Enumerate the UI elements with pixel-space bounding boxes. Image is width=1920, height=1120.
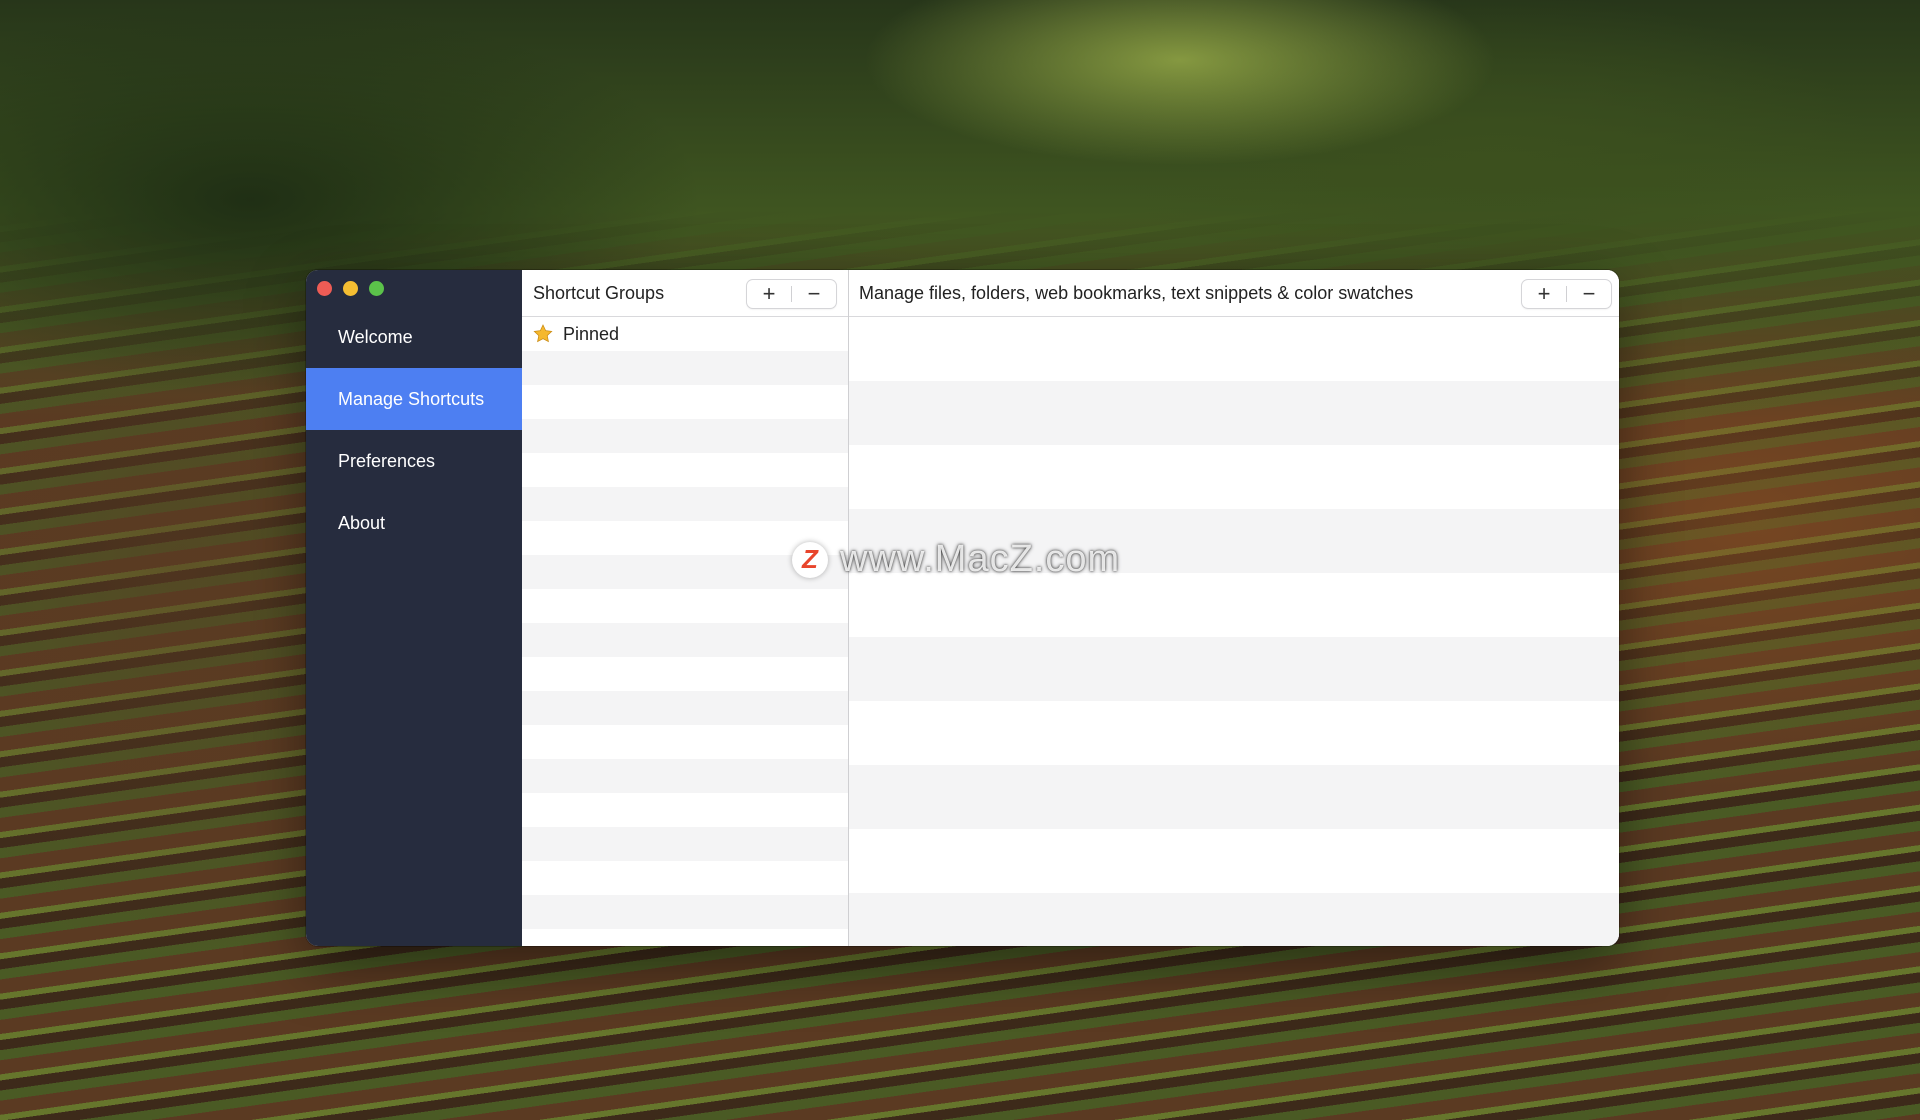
- list-item-label: Pinned: [563, 323, 620, 344]
- list-item-pinned[interactable]: Pinned: [522, 317, 848, 351]
- remove-shortcut-button[interactable]: −: [1567, 280, 1611, 308]
- app-window: Welcome Manage Shortcuts Preferences Abo…: [306, 270, 1619, 946]
- add-shortcut-button[interactable]: +: [1522, 280, 1566, 308]
- empty-row: [522, 725, 848, 759]
- star-icon: [533, 324, 553, 343]
- sidebar-nav: Welcome Manage Shortcuts Preferences Abo…: [306, 306, 522, 554]
- empty-row: [522, 895, 848, 929]
- shortcuts-list: [849, 317, 1619, 946]
- shortcut-groups-panel: Shortcut Groups + − Pinned: [522, 270, 849, 946]
- empty-row: [849, 893, 1619, 946]
- empty-row: [522, 385, 848, 419]
- empty-row: [522, 657, 848, 691]
- window-controls: [317, 281, 384, 296]
- empty-row: [849, 381, 1619, 445]
- minimize-window-button[interactable]: [343, 281, 358, 296]
- empty-row: [522, 419, 848, 453]
- empty-row: [522, 521, 848, 555]
- groups-list: Pinned: [522, 317, 848, 946]
- empty-row: [849, 317, 1619, 381]
- sidebar: Welcome Manage Shortcuts Preferences Abo…: [306, 270, 522, 946]
- groups-title: Shortcut Groups: [533, 282, 665, 303]
- shortcuts-content-panel: Manage files, folders, web bookmarks, te…: [849, 270, 1619, 946]
- groups-header: Shortcut Groups + −: [522, 270, 848, 317]
- content-header: Manage files, folders, web bookmarks, te…: [849, 270, 1619, 317]
- sidebar-item-welcome[interactable]: Welcome: [306, 306, 522, 368]
- empty-row: [522, 589, 848, 623]
- close-window-button[interactable]: [317, 281, 332, 296]
- sidebar-item-preferences[interactable]: Preferences: [306, 430, 522, 492]
- empty-row: [522, 793, 848, 827]
- empty-row: [849, 637, 1619, 701]
- empty-row: [849, 765, 1619, 829]
- add-group-button[interactable]: +: [747, 280, 791, 308]
- zoom-window-button[interactable]: [369, 281, 384, 296]
- empty-row: [522, 759, 848, 793]
- empty-row: [522, 827, 848, 861]
- sidebar-item-manage-shortcuts[interactable]: Manage Shortcuts: [306, 368, 522, 430]
- empty-row: [522, 691, 848, 725]
- empty-row: [849, 829, 1619, 893]
- empty-row: [522, 861, 848, 895]
- remove-group-button[interactable]: −: [792, 280, 836, 308]
- empty-row: [849, 573, 1619, 637]
- groups-add-remove-control: + −: [747, 280, 836, 308]
- empty-row: [849, 445, 1619, 509]
- empty-row: [522, 453, 848, 487]
- content-add-remove-control: + −: [1522, 280, 1611, 308]
- empty-row: [522, 555, 848, 589]
- empty-row: [522, 351, 848, 385]
- content-title: Manage files, folders, web bookmarks, te…: [859, 282, 1414, 303]
- empty-row: [522, 623, 848, 657]
- empty-row: [849, 509, 1619, 573]
- empty-row: [849, 701, 1619, 765]
- empty-row: [522, 929, 848, 946]
- sidebar-item-about[interactable]: About: [306, 492, 522, 554]
- empty-row: [522, 487, 848, 521]
